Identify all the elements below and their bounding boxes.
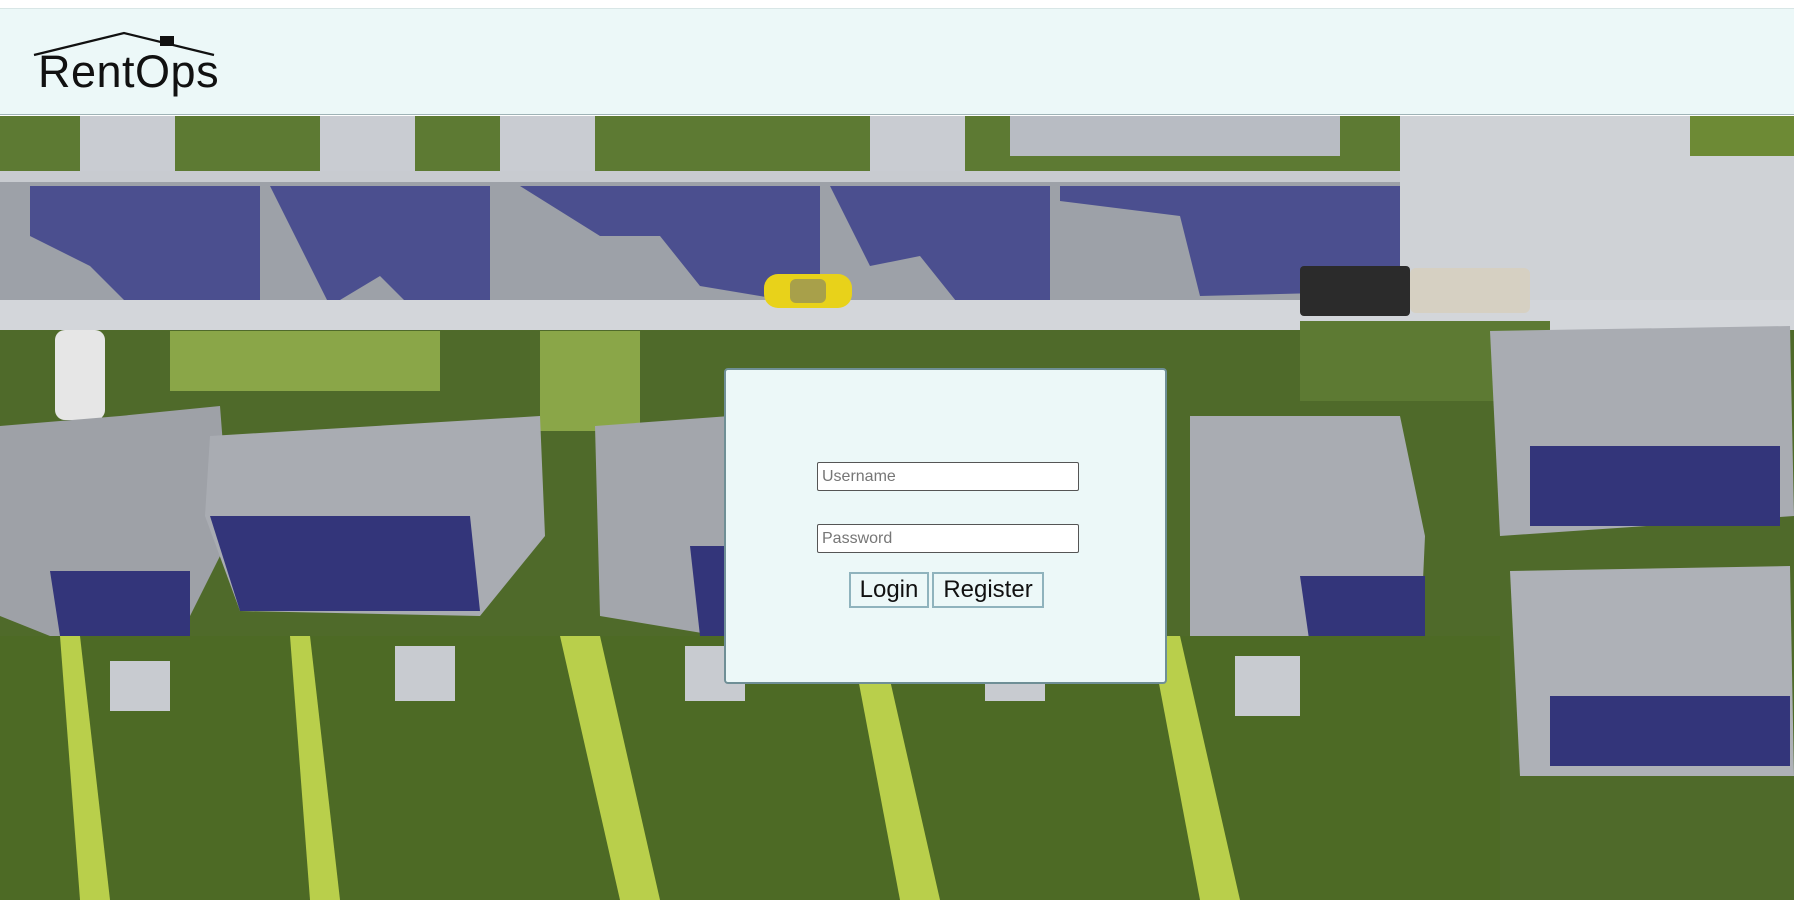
- username-input[interactable]: [817, 462, 1079, 491]
- password-input[interactable]: [817, 524, 1079, 553]
- rentops-logo[interactable]: RentOps: [32, 29, 222, 109]
- login-page: RentOps Username Login Register: [0, 0, 1794, 900]
- auth-button-row: Login Register: [849, 572, 1044, 608]
- site-header: RentOps: [0, 8, 1794, 115]
- login-panel: Login Register: [724, 368, 1167, 684]
- brand-name: RentOps: [38, 46, 220, 97]
- login-button[interactable]: Login: [849, 572, 929, 608]
- register-button[interactable]: Register: [932, 572, 1044, 608]
